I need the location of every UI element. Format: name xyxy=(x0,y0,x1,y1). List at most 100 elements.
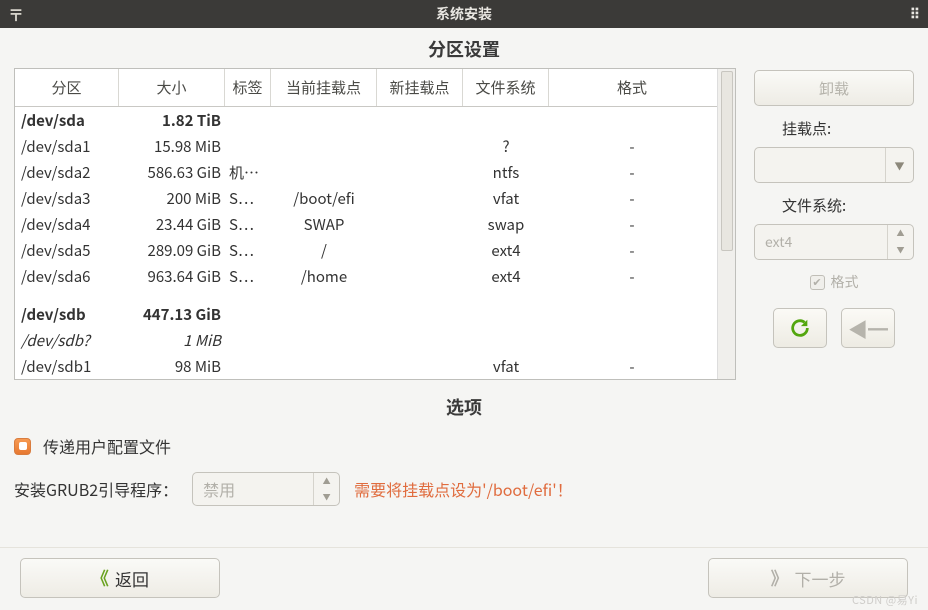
spinner-icon: ▲▼ xyxy=(313,473,339,505)
cell: /dev/sda2 xyxy=(15,162,119,183)
cell: S… xyxy=(225,214,271,235)
cell: / xyxy=(271,240,377,261)
chevron-right-icon: 》 xyxy=(771,565,789,591)
col-format[interactable]: 格式 xyxy=(549,69,715,106)
refresh-icon xyxy=(789,317,811,339)
col-size[interactable]: 大小 xyxy=(119,69,225,106)
cell: /dev/sda3 xyxy=(15,188,119,209)
table-row[interactable]: /dev/sda6963.64 GiBS…/home ext4- xyxy=(15,263,717,289)
next-label: 下一步 xyxy=(795,566,846,591)
mountpoint-select[interactable]: ▼ xyxy=(754,147,914,183)
cell: /dev/sda1 xyxy=(15,136,119,157)
partition-table: 分区 大小 标签 当前挂载点 新挂载点 文件系统 格式 /dev/sda1.82… xyxy=(14,68,736,380)
refresh-button[interactable] xyxy=(773,308,827,348)
filesystem-select[interactable]: ext4 ▲▼ xyxy=(754,224,914,260)
footer: 《 返回 》 下一步 xyxy=(0,547,928,610)
unmount-button[interactable]: 卸载 xyxy=(754,70,914,106)
cell: 963.64 GiB xyxy=(119,266,225,287)
cell: - xyxy=(549,356,715,377)
back-arrow-button[interactable]: ◀━ xyxy=(841,308,895,348)
back-button[interactable]: 《 返回 xyxy=(20,558,220,598)
grub-value: 禁用 xyxy=(193,477,313,501)
cell: /dev/sdb xyxy=(15,304,119,325)
spinner-icon: ▲▼ xyxy=(887,225,913,259)
arrow-left-icon: ◀━ xyxy=(848,314,888,343)
checkbox-icon: ✔ xyxy=(810,275,825,290)
cell: - xyxy=(549,214,715,235)
filesystem-value: ext4 xyxy=(755,232,887,252)
options-heading: 选项 xyxy=(0,380,928,426)
side-panel: 卸载 挂载点: ▼ 文件系统: ext4 ▲▼ ✔ 格式 ◀━ xyxy=(754,68,914,380)
cell: 586.63 GiB xyxy=(119,162,225,183)
table-row[interactable]: /dev/sda5289.09 GiBS…/ ext4- xyxy=(15,237,717,263)
cell: /dev/sda5 xyxy=(15,240,119,261)
cell: vfat xyxy=(463,356,549,377)
cell: 1 MiB xyxy=(119,330,225,351)
cell: /dev/sda6 xyxy=(15,266,119,287)
cell: ntfs xyxy=(463,162,549,183)
transfer-label: 传递用户配置文件 xyxy=(43,434,171,458)
titlebar: 〒 系统安装 ⠿ xyxy=(0,0,928,28)
cell: S… xyxy=(225,188,271,209)
grub-warning: 需要将挂载点设为'/boot/efi'！ xyxy=(354,477,573,501)
table-row[interactable]: /dev/sda3200 MiBS…/boot/efivfat- xyxy=(15,185,717,211)
cell: swap xyxy=(463,214,549,235)
col-current-mount[interactable]: 当前挂载点 xyxy=(271,69,377,106)
cell: 200 MiB xyxy=(119,188,225,209)
menu-icon[interactable]: 〒 xyxy=(8,2,24,26)
chevron-left-icon: 《 xyxy=(91,565,109,591)
cell: ? xyxy=(463,136,549,157)
col-filesystem[interactable]: 文件系统 xyxy=(463,69,549,106)
cell: 15.98 MiB xyxy=(119,136,225,157)
col-new-mount[interactable]: 新挂载点 xyxy=(377,69,463,106)
cell: 447.13 GiB xyxy=(119,304,225,325)
format-checkbox[interactable]: ✔ 格式 xyxy=(754,272,914,292)
table-row[interactable]: /dev/sdb198 MiB vfat- xyxy=(15,353,717,379)
cell: 机… xyxy=(225,162,271,183)
window-title: 系统安装 xyxy=(0,4,928,24)
cell: SWAP xyxy=(271,214,377,235)
table-row[interactable]: /dev/sdb447.13 GiB xyxy=(15,301,717,327)
transfer-user-config-checkbox[interactable]: 传递用户配置文件 xyxy=(14,434,914,458)
partition-heading: 分区设置 xyxy=(0,28,928,68)
table-row[interactable]: /dev/sdb?1 MiB xyxy=(15,327,717,353)
cell: - xyxy=(549,240,715,261)
cell: 1.82 TiB xyxy=(119,110,225,131)
table-row[interactable]: /dev/sda1.82 TiB xyxy=(15,107,717,133)
format-label: 格式 xyxy=(831,272,859,292)
cell: /dev/sdb? xyxy=(15,330,119,351)
table-row[interactable]: /dev/sda423.44 GiBS…SWAP swap- xyxy=(15,211,717,237)
table-row[interactable]: /dev/sda2586.63 GiB机… ntfs- xyxy=(15,159,717,185)
back-label: 返回 xyxy=(115,566,149,591)
cell: - xyxy=(549,266,715,287)
col-label[interactable]: 标签 xyxy=(225,69,271,106)
cell: /dev/sda xyxy=(15,110,119,131)
table-header: 分区 大小 标签 当前挂载点 新挂载点 文件系统 格式 xyxy=(15,69,717,107)
watermark: CSDN @易Yi xyxy=(852,592,918,608)
grub-label: 安装GRUB2引导程序： xyxy=(14,477,178,501)
grub-select[interactable]: 禁用 ▲▼ xyxy=(192,472,340,506)
cell: 289.09 GiB xyxy=(119,240,225,261)
filesystem-label: 文件系统: xyxy=(782,195,914,216)
table-row[interactable]: /dev/sda115.98 MiB?- xyxy=(15,133,717,159)
cell: 23.44 GiB xyxy=(119,214,225,235)
cell: /home xyxy=(271,266,377,287)
cell: - xyxy=(549,162,715,183)
mountpoint-label: 挂载点: xyxy=(782,118,914,139)
checkbox-icon xyxy=(14,438,31,455)
scrollbar-thumb[interactable] xyxy=(721,71,733,251)
cell: /dev/sdb1 xyxy=(15,356,119,377)
chevron-down-icon: ▼ xyxy=(885,148,913,182)
apps-icon[interactable]: ⠿ xyxy=(910,4,920,24)
cell: - xyxy=(549,188,715,209)
cell: /boot/efi xyxy=(271,188,377,209)
cell: ext4 xyxy=(463,240,549,261)
cell: - xyxy=(549,136,715,157)
cell: S… xyxy=(225,240,271,261)
scrollbar[interactable] xyxy=(717,69,735,379)
col-partition[interactable]: 分区 xyxy=(15,69,119,106)
cell: 98 MiB xyxy=(119,356,225,377)
cell: S… xyxy=(225,266,271,287)
cell: /dev/sda4 xyxy=(15,214,119,235)
cell: ext4 xyxy=(463,266,549,287)
